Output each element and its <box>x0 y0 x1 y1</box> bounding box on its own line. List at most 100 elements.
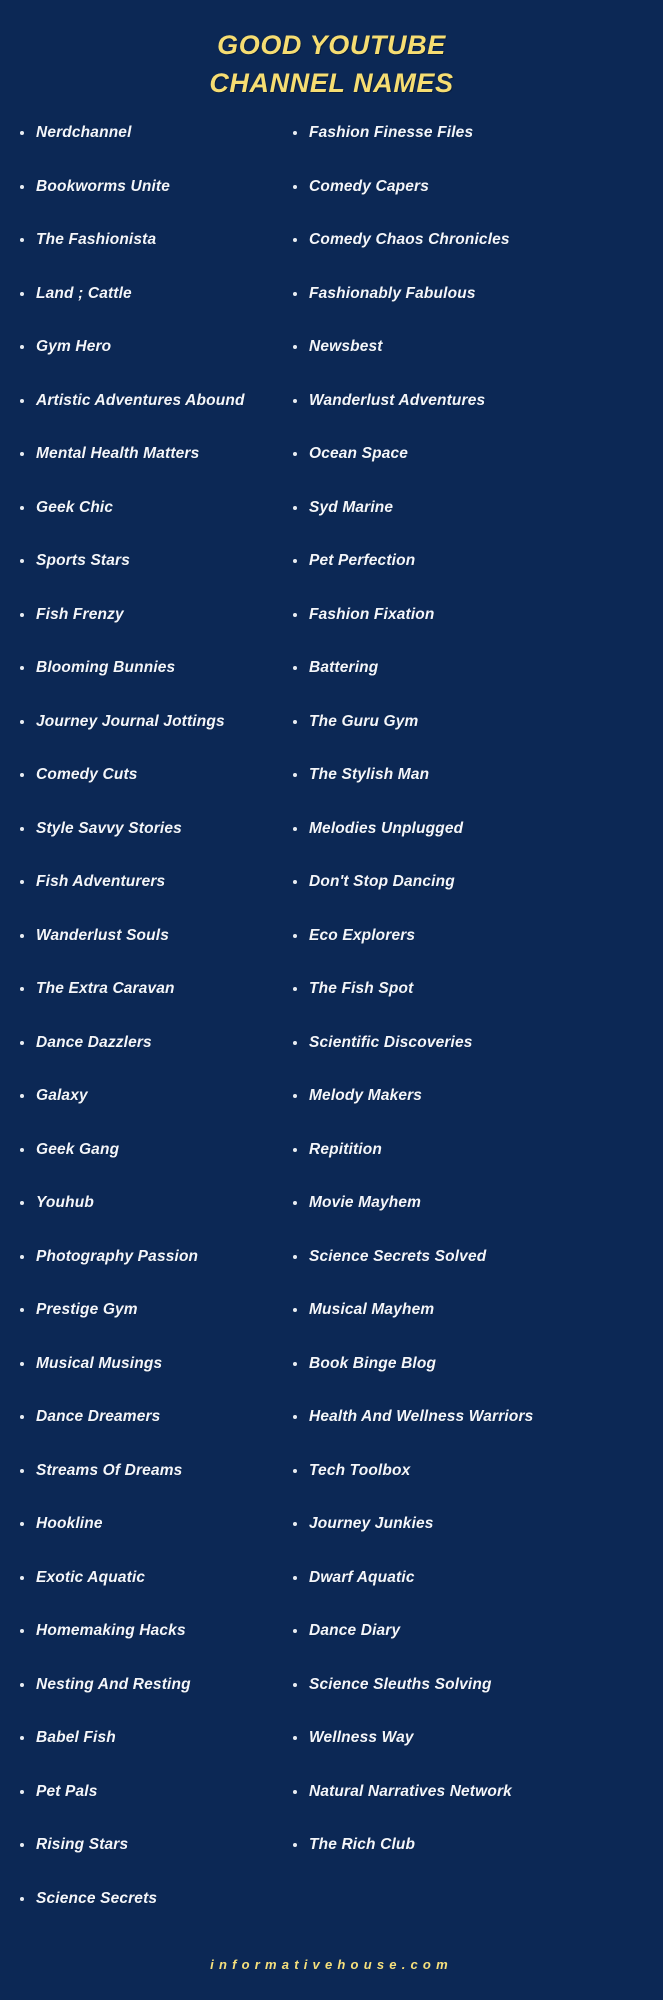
list-item: Fish Adventurers <box>14 869 279 895</box>
list-item-label: Comedy Capers <box>309 177 429 195</box>
list-item-label: Photography Passion <box>36 1247 199 1265</box>
list-item-label: The Fish Spot <box>309 980 414 997</box>
bullet-icon <box>293 880 297 884</box>
list-item: Science Sleuths Solving <box>287 1672 659 1698</box>
list-item: Comedy Chaos Chronicles <box>287 227 659 253</box>
list-item: Dance Dazzlers <box>14 1030 279 1056</box>
list-item: Book Binge Blog <box>287 1351 659 1377</box>
list-item-label: Bookworms Unite <box>36 177 171 195</box>
list-item-label: Style Savvy Stories <box>36 819 182 837</box>
bullet-icon <box>20 933 24 938</box>
bullet-icon <box>20 1629 24 1633</box>
list-item: Galaxy <box>14 1083 279 1109</box>
list-item: Movie Mayhem <box>287 1190 659 1216</box>
list-item-label: Rising Stars <box>36 1836 129 1853</box>
list-item-label: Land ; Cattle <box>36 284 132 302</box>
list-item: Syd Marine <box>287 495 659 521</box>
list-item: Newsbest <box>287 334 659 360</box>
list-item: Ocean Space <box>287 441 659 467</box>
list-item-label: Science Secrets Solved <box>309 1247 487 1265</box>
list-item-label: Wellness Way <box>309 1729 414 1746</box>
list-item-label: Movie Mayhem <box>309 1194 422 1211</box>
bullet-icon <box>293 238 297 242</box>
list-item: Comedy Capers <box>287 174 659 200</box>
list-item-label: Nesting And Resting <box>36 1675 191 1693</box>
left-name-list: Nerdchannel Bookworms Unite The Fashioni… <box>14 120 279 1912</box>
list-item-label: Battering <box>309 659 379 676</box>
list-item: Fashion Finesse Files <box>287 120 659 146</box>
bullet-icon <box>20 1308 24 1312</box>
list-item-label: Prestige Gym <box>36 1301 138 1318</box>
bullet-icon <box>293 131 297 135</box>
list-item: The Fashionista <box>14 227 279 253</box>
list-item: Land ; Cattle <box>14 281 279 307</box>
list-item: Comedy Cuts <box>14 762 279 788</box>
bullet-icon <box>20 398 24 403</box>
bullet-icon <box>20 880 24 884</box>
list-item: Prestige Gym <box>14 1297 279 1323</box>
list-item: Wanderlust Adventures <box>287 388 659 414</box>
bullet-icon <box>20 238 24 242</box>
list-item: Dance Diary <box>287 1618 659 1644</box>
name-columns: Nerdchannel Bookworms Unite The Fashioni… <box>0 120 663 1939</box>
bullet-icon <box>20 1896 24 1901</box>
bullet-icon <box>20 505 24 510</box>
list-item: Rising Stars <box>14 1832 279 1858</box>
bullet-icon <box>293 1094 297 1098</box>
list-item-label: Melodies Unplugged <box>309 819 464 837</box>
list-item: Babel Fish <box>14 1725 279 1751</box>
list-item-label: Repitition <box>309 1140 382 1158</box>
left-column: Nerdchannel Bookworms Unite The Fashioni… <box>14 120 279 1939</box>
list-item-label: Artistic Adventures Abound <box>36 391 245 409</box>
list-item: Melodies Unplugged <box>287 816 659 842</box>
bullet-icon <box>20 1789 24 1794</box>
bullet-icon <box>20 1468 24 1473</box>
list-item: Don't Stop Dancing <box>287 869 659 895</box>
list-item-label: Fish Adventurers <box>36 873 166 890</box>
list-item: Fish Frenzy <box>14 602 279 628</box>
bullet-icon <box>20 1415 24 1419</box>
list-item: Wellness Way <box>287 1725 659 1751</box>
list-item-label: Dwarf Aquatic <box>309 1568 415 1586</box>
footer: informativehouse.com <box>0 1956 663 1974</box>
bullet-icon <box>293 1147 297 1152</box>
list-item: Streams Of Dreams <box>14 1458 279 1484</box>
list-item: Musical Mayhem <box>287 1297 659 1323</box>
bullet-icon <box>20 1201 24 1205</box>
list-item: Eco Explorers <box>287 923 659 949</box>
list-item-label: Youhub <box>36 1194 95 1211</box>
list-item: Pet Perfection <box>287 548 659 574</box>
list-item-label: Dance Dreamers <box>36 1408 161 1425</box>
bullet-icon <box>293 1629 297 1633</box>
bullet-icon <box>20 1843 24 1847</box>
page-title-line-1: GOOD YOUTUBE <box>217 30 446 60</box>
bullet-icon <box>20 773 24 777</box>
list-item-label: Galaxy <box>36 1087 88 1104</box>
list-item-label: Musical Musings <box>36 1354 163 1372</box>
list-item-label: Fashion Finesse Files <box>309 124 474 141</box>
bullet-icon <box>20 345 24 349</box>
bullet-icon <box>20 131 24 135</box>
list-item: Battering <box>287 655 659 681</box>
list-item-label: Nerdchannel <box>36 124 132 141</box>
site-url-label: informativehouse.com <box>210 1957 453 1972</box>
bullet-icon <box>20 184 24 189</box>
list-item-label: Natural Narratives Network <box>309 1782 512 1800</box>
bullet-icon <box>293 291 297 296</box>
list-item-label: The Rich Club <box>309 1836 416 1853</box>
list-item: Journey Journal Jottings <box>14 709 279 735</box>
list-item-label: Mental Health Matters <box>36 445 200 462</box>
bullet-icon <box>293 987 297 991</box>
list-item-label: Hookline <box>36 1515 103 1532</box>
list-item: Dance Dreamers <box>14 1404 279 1430</box>
list-item-label: Pet Perfection <box>309 552 416 569</box>
list-item: Geek Gang <box>14 1137 279 1163</box>
list-item: Bookworms Unite <box>14 174 279 200</box>
list-item: Gym Hero <box>14 334 279 360</box>
list-item: Melody Makers <box>287 1083 659 1109</box>
bullet-icon <box>293 1522 297 1526</box>
list-item: The Extra Caravan <box>14 976 279 1002</box>
list-item-label: Journey Journal Jottings <box>36 712 225 730</box>
bullet-icon <box>20 666 24 670</box>
list-item-label: Geek Chic <box>36 498 114 516</box>
